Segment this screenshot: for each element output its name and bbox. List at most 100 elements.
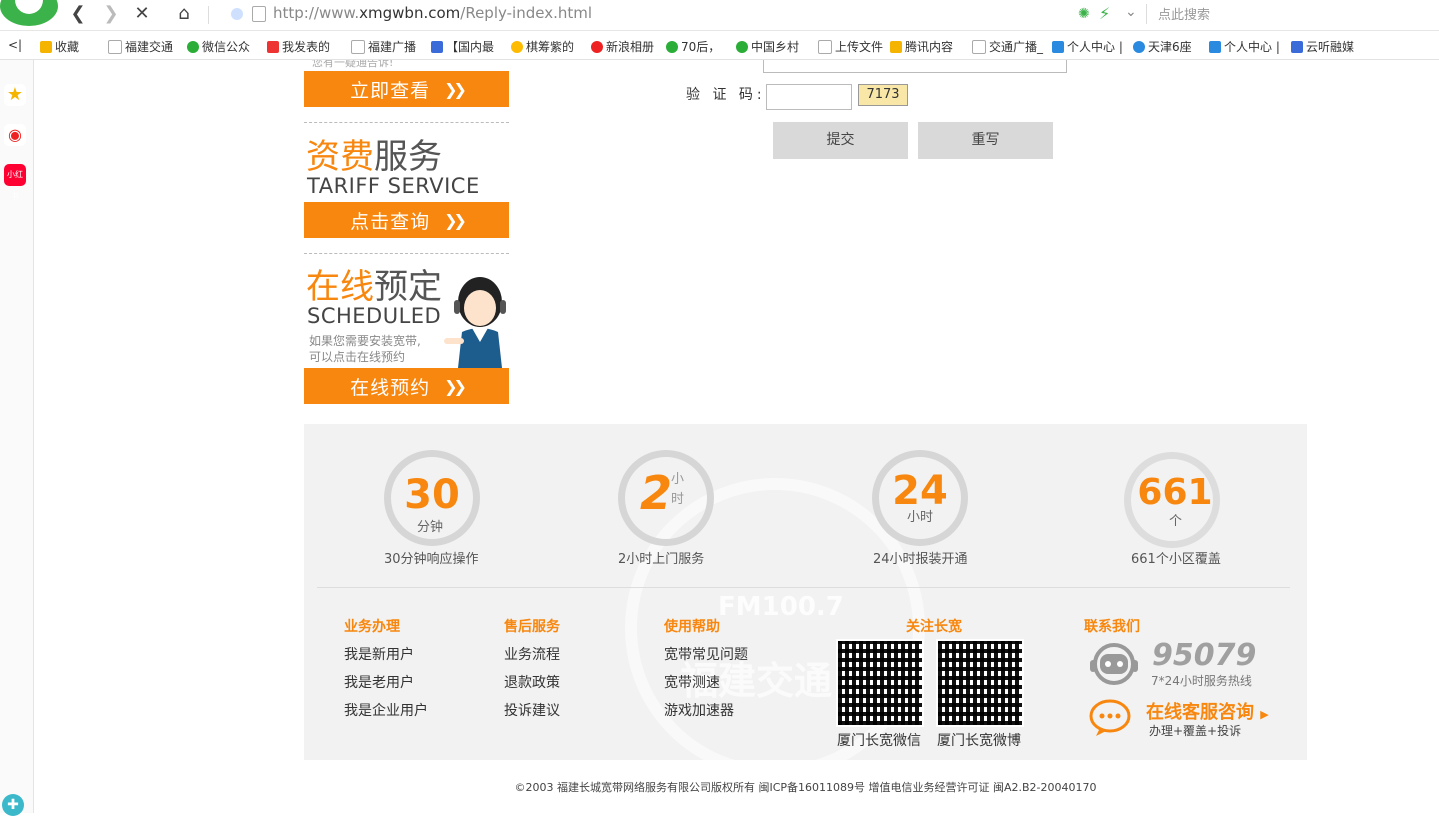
double-arrow-icon: ❯❯: [444, 377, 463, 396]
hotline-number: 95079: [1152, 638, 1256, 673]
back-icon[interactable]: ❮: [66, 3, 90, 25]
footer-link[interactable]: 业务流程: [504, 644, 560, 664]
bookmark-item[interactable]: 【国内最: [431, 38, 494, 55]
stat-caption: 24小时报装开通: [873, 548, 968, 567]
schedule-online-button[interactable]: 在线预约 ❯❯: [304, 368, 509, 404]
forward-icon[interactable]: ❯: [99, 3, 123, 25]
bookmark-item[interactable]: 棋筹紫的: [511, 38, 574, 55]
chat-bubble-icon[interactable]: [1088, 698, 1134, 738]
wechat-qr-code: [836, 639, 924, 727]
weibo-icon[interactable]: ◉: [4, 124, 26, 146]
watermark-text: FM100.7: [718, 592, 844, 622]
toolbar-divider: [208, 6, 209, 24]
security-icon[interactable]: ✺: [1078, 6, 1090, 22]
captcha-image[interactable]: 7173: [858, 84, 908, 106]
copyright: ©2003 福建长城宽带网络服务有限公司版权所有 闽ICP备16011089号 …: [304, 779, 1307, 795]
online-service-sub: 办理+覆盖+投诉: [1149, 722, 1241, 739]
column-title-follow: 关注长宽: [906, 616, 962, 636]
scheduled-title: 在线预定: [306, 268, 442, 306]
divider: [304, 253, 509, 254]
hotline-desc: 7*24小时服务热线: [1151, 672, 1252, 689]
message-textarea[interactable]: [763, 60, 1067, 73]
bookmark-item[interactable]: 交通广播_: [972, 38, 1043, 55]
column-title-help: 使用帮助: [664, 616, 720, 636]
home-icon[interactable]: ⌂: [172, 3, 196, 25]
footer-link[interactable]: 宽带测速: [664, 672, 720, 692]
footer-link[interactable]: 退款政策: [504, 672, 560, 692]
online-service-label: 在线客服咨询: [1146, 702, 1254, 723]
url-domain: xmgwbn.com: [359, 4, 460, 22]
stat-number: 2: [596, 466, 716, 520]
tariff-title: 资费服务: [306, 138, 442, 176]
search-input[interactable]: 点此搜索: [1158, 4, 1210, 23]
footer-link[interactable]: 宽带常见问题: [664, 644, 748, 664]
url-prefix: http://www.: [273, 4, 359, 22]
view-now-button[interactable]: 立即查看 ❯❯: [304, 71, 509, 107]
bookmark-item[interactable]: 个人中心 |: [1052, 38, 1123, 55]
bookmark-item[interactable]: 上传文件: [818, 38, 883, 55]
tariff-subtitle: TARIFF SERVICE: [307, 174, 480, 198]
robot-support-icon: [1088, 640, 1140, 690]
customer-service-agent-illustration: [440, 272, 512, 368]
tariff-query-button[interactable]: 点击查询 ❯❯: [304, 202, 509, 238]
xiaohongshu-icon[interactable]: 小红书: [4, 164, 26, 186]
bookmark-item[interactable]: 云听融媒: [1291, 38, 1354, 55]
footer-link[interactable]: 我是老用户: [344, 672, 414, 692]
double-arrow-icon: ❯❯: [444, 80, 463, 99]
cut-off-text: 您有一疑通告诉!: [312, 60, 393, 68]
footer-divider: [317, 587, 1290, 588]
online-service-link[interactable]: 在线客服咨询 ▶: [1146, 698, 1269, 724]
bookmark-item[interactable]: 福建交通: [108, 38, 173, 55]
submit-button[interactable]: 提交: [773, 122, 908, 159]
stat-unit: 小时: [907, 506, 933, 525]
stat-unit: 分钟: [417, 516, 443, 535]
bookmarks-collapse-icon[interactable]: <|: [8, 38, 22, 52]
speed-icon[interactable]: ⚡: [1099, 4, 1110, 23]
stat-number: 661: [1115, 472, 1235, 513]
double-arrow-icon: ❯❯: [444, 211, 463, 230]
divider: [304, 122, 509, 123]
footer-link[interactable]: 游戏加速器: [664, 700, 734, 720]
reset-button[interactable]: 重写: [918, 122, 1053, 159]
stop-icon[interactable]: ✕: [130, 3, 154, 25]
qr-caption: 厦门长宽微博: [937, 730, 1021, 750]
bookmark-item[interactable]: 腾讯内容: [890, 38, 953, 55]
footer-link[interactable]: 投诉建议: [504, 700, 560, 720]
view-now-label: 立即查看: [350, 76, 430, 103]
captcha-label: 验 证 码:: [686, 84, 766, 104]
column-title-contact: 联系我们: [1084, 616, 1140, 636]
footer-link[interactable]: 我是企业用户: [344, 700, 428, 720]
search-divider: [1146, 4, 1147, 24]
captcha-input[interactable]: [766, 84, 852, 110]
bookmark-item[interactable]: 我发表的: [267, 38, 330, 55]
address-bar[interactable]: http://www.xmgwbn.com/Reply-index.html: [273, 4, 592, 22]
column-title-business: 业务办理: [344, 616, 400, 636]
footer-link[interactable]: 我是新用户: [344, 644, 414, 664]
bookmark-item[interactable]: 新浪相册: [591, 38, 654, 55]
column-title-after-sales: 售后服务: [504, 616, 560, 636]
bookmark-item[interactable]: 天津6座: [1133, 38, 1192, 55]
stat-number: 30: [372, 472, 492, 518]
stat-unit: 小时: [671, 470, 685, 510]
schedule-online-label: 在线预约: [350, 373, 430, 400]
triangle-right-icon: ▶: [1260, 708, 1268, 721]
dropdown-icon[interactable]: ⌄: [1125, 4, 1137, 20]
bookmark-item[interactable]: 福建广播: [351, 38, 416, 55]
site-info-icon[interactable]: [231, 8, 243, 20]
browser-toolbar: [0, 0, 1439, 31]
stat-unit: 个: [1169, 510, 1182, 529]
bookmark-item[interactable]: 70后，: [666, 38, 720, 55]
page-icon: [252, 6, 266, 22]
stat-caption: 2小时上门服务: [618, 548, 704, 567]
tariff-query-label: 点击查询: [350, 207, 430, 234]
url-path: /Reply-index.html: [460, 4, 592, 22]
bookmark-item[interactable]: 微信公众: [187, 38, 250, 55]
scheduled-desc: 如果您需要安装宽带,可以点击在线预约: [309, 333, 421, 365]
bookmark-item[interactable]: 收藏: [40, 38, 79, 55]
bookmark-item[interactable]: 个人中心 |: [1209, 38, 1280, 55]
stat-caption: 661个小区覆盖: [1131, 548, 1221, 567]
favorites-star-icon[interactable]: ★: [4, 84, 26, 106]
stat-caption: 30分钟响应操作: [384, 548, 479, 567]
bookmark-item[interactable]: 中国乡村: [736, 38, 799, 55]
scheduled-subtitle: SCHEDULED: [307, 304, 441, 328]
